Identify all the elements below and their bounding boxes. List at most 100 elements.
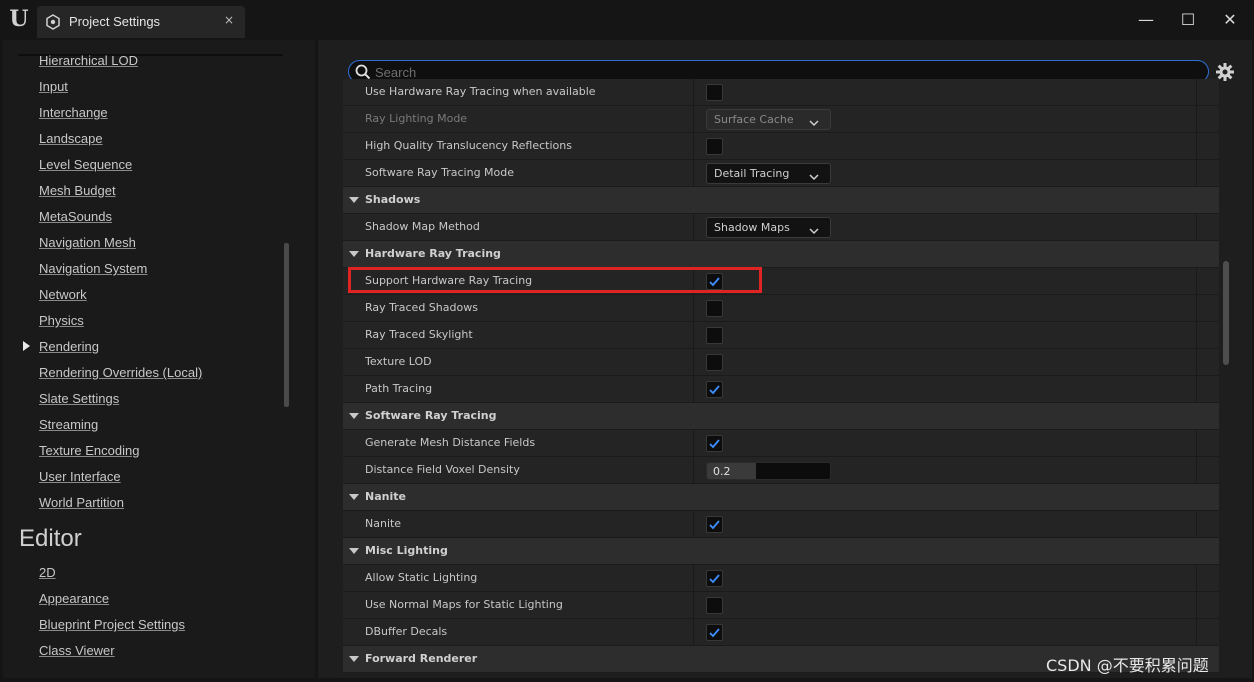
allow-static-lighting-checkbox[interactable] bbox=[706, 570, 723, 587]
setting-label: Distance Field Voxel Density bbox=[365, 463, 520, 476]
column-divider bbox=[1196, 619, 1197, 646]
setting-label: Ray Traced Shadows bbox=[365, 301, 478, 314]
ray-lighting-mode-dropdown[interactable]: Surface Cache bbox=[706, 109, 831, 130]
tab-close-icon[interactable]: × bbox=[221, 13, 237, 27]
sidebar-item-rendering-overrides-local[interactable]: Rendering Overrides (Local) bbox=[39, 365, 202, 380]
column-divider bbox=[1196, 349, 1197, 376]
ray-traced-shadows-checkbox[interactable] bbox=[706, 300, 723, 317]
category-nanite[interactable]: Nanite bbox=[343, 484, 1219, 511]
close-window-button[interactable]: ✕ bbox=[1219, 9, 1241, 31]
collapse-triangle-icon[interactable] bbox=[349, 197, 359, 203]
path-tracing-checkbox[interactable] bbox=[706, 381, 723, 398]
search-icon bbox=[355, 64, 371, 80]
unreal-logo-icon[interactable]: U bbox=[6, 6, 32, 32]
column-divider bbox=[1196, 457, 1197, 484]
sidebar-editor-item-2d[interactable]: 2D bbox=[39, 565, 56, 580]
sidebar-item-mesh-budget[interactable]: Mesh Budget bbox=[39, 183, 116, 198]
collapse-triangle-icon[interactable] bbox=[349, 413, 359, 419]
maximize-button[interactable]: ☐ bbox=[1177, 9, 1199, 31]
software-ray-tracing-mode-dropdown[interactable]: Detail Tracing bbox=[706, 163, 831, 184]
distance-field-voxel-density-slider[interactable]: 0.2 bbox=[706, 462, 831, 480]
setting-row-nanite: Nanite bbox=[343, 511, 1219, 538]
minimize-button[interactable]: — bbox=[1135, 9, 1157, 31]
sidebar-item-slate-settings[interactable]: Slate Settings bbox=[39, 391, 119, 406]
dropdown-value: Detail Tracing bbox=[714, 167, 790, 180]
setting-row-ray-lighting-mode: Ray Lighting Mode Surface Cache bbox=[343, 106, 1219, 133]
generate-mesh-distance-fields-checkbox[interactable] bbox=[706, 435, 723, 452]
category-hardware-ray-tracing[interactable]: Hardware Ray Tracing bbox=[343, 241, 1219, 268]
setting-row-path-tracing: Path Tracing bbox=[343, 376, 1219, 403]
sidebar-item-level-sequence[interactable]: Level Sequence bbox=[39, 157, 132, 172]
collapse-triangle-icon[interactable] bbox=[349, 656, 359, 662]
setting-label: Path Tracing bbox=[365, 382, 433, 395]
sidebar-item-rendering[interactable]: Rendering bbox=[39, 339, 99, 354]
setting-label: Use Hardware Ray Tracing when available bbox=[365, 85, 596, 98]
sidebar-item-input[interactable]: Input bbox=[39, 79, 68, 94]
setting-row-use-normal-maps-for-static-lighting: Use Normal Maps for Static Lighting bbox=[343, 592, 1219, 619]
sidebar-scrollbar[interactable] bbox=[284, 243, 289, 407]
column-divider bbox=[693, 511, 694, 538]
collapse-triangle-icon[interactable] bbox=[349, 548, 359, 554]
sidebar-item-landscape[interactable]: Landscape bbox=[39, 131, 103, 146]
slider-value: 0.2 bbox=[713, 465, 731, 478]
sidebar-item-texture-encoding[interactable]: Texture Encoding bbox=[39, 443, 139, 458]
column-divider bbox=[693, 349, 694, 376]
sidebar-editor-item-appearance[interactable]: Appearance bbox=[39, 591, 109, 606]
dropdown-value: Shadow Maps bbox=[714, 221, 790, 234]
column-divider bbox=[693, 160, 694, 187]
category-label: Software Ray Tracing bbox=[365, 409, 497, 422]
dbuffer-decals-checkbox[interactable] bbox=[706, 624, 723, 641]
collapse-triangle-icon[interactable] bbox=[349, 251, 359, 257]
column-divider bbox=[1196, 214, 1197, 241]
column-divider bbox=[1196, 160, 1197, 187]
use-hardware-ray-tracing-when-available-checkbox[interactable] bbox=[706, 84, 723, 101]
sidebar-item-metasounds[interactable]: MetaSounds bbox=[39, 209, 112, 224]
sidebar-item-world-partition[interactable]: World Partition bbox=[39, 495, 124, 510]
column-divider bbox=[1196, 430, 1197, 457]
setting-row-ray-traced-skylight: Ray Traced Skylight bbox=[343, 322, 1219, 349]
category-software-ray-tracing[interactable]: Software Ray Tracing bbox=[343, 403, 1219, 430]
setting-label: Ray Lighting Mode bbox=[365, 112, 468, 125]
category-shadows[interactable]: Shadows bbox=[343, 187, 1219, 214]
collapse-triangle-icon[interactable] bbox=[349, 494, 359, 500]
settings-scrollbar[interactable] bbox=[1223, 261, 1229, 365]
sidebar-item-hierarchical-lod[interactable]: Hierarchical LOD bbox=[39, 53, 138, 68]
sidebar-item-navigation-mesh[interactable]: Navigation Mesh bbox=[39, 235, 136, 250]
texture-lod-checkbox[interactable] bbox=[706, 354, 723, 371]
setting-row-use-hardware-ray-tracing-when-available: Use Hardware Ray Tracing when available bbox=[343, 79, 1219, 106]
setting-row-shadow-map-method: Shadow Map Method Shadow Maps bbox=[343, 214, 1219, 241]
column-divider bbox=[1196, 511, 1197, 538]
nanite-checkbox[interactable] bbox=[706, 516, 723, 533]
sidebar-item-network[interactable]: Network bbox=[39, 287, 87, 302]
sidebar-editor-item-blueprint-project-settings[interactable]: Blueprint Project Settings bbox=[39, 617, 185, 632]
sidebar-item-physics[interactable]: Physics bbox=[39, 313, 84, 328]
ray-traced-skylight-checkbox[interactable] bbox=[706, 327, 723, 344]
column-divider bbox=[693, 430, 694, 457]
sidebar-item-streaming[interactable]: Streaming bbox=[39, 417, 98, 432]
column-divider bbox=[693, 565, 694, 592]
sidebar-item-interchange[interactable]: Interchange bbox=[39, 105, 108, 120]
shadow-map-method-dropdown[interactable]: Shadow Maps bbox=[706, 217, 831, 238]
sidebar-item-user-interface[interactable]: User Interface bbox=[39, 469, 121, 484]
setting-label: Ray Traced Skylight bbox=[365, 328, 473, 341]
setting-row-generate-mesh-distance-fields: Generate Mesh Distance Fields bbox=[343, 430, 1219, 457]
column-divider bbox=[693, 322, 694, 349]
tab-project-settings[interactable]: Project Settings × bbox=[37, 6, 245, 38]
setting-label: Software Ray Tracing Mode bbox=[365, 166, 515, 179]
setting-label: Nanite bbox=[365, 517, 402, 530]
dropdown-value: Surface Cache bbox=[714, 113, 794, 126]
settings-panel: Use Hardware Ray Tracing when available R… bbox=[318, 40, 1252, 678]
setting-label: High Quality Translucency Reflections bbox=[365, 139, 572, 152]
expand-arrow-icon[interactable] bbox=[23, 341, 30, 351]
high-quality-translucency-reflections-checkbox[interactable] bbox=[706, 138, 723, 155]
setting-row-texture-lod: Texture LOD bbox=[343, 349, 1219, 376]
category-misc-lighting[interactable]: Misc Lighting bbox=[343, 538, 1219, 565]
sidebar-item-navigation-system[interactable]: Navigation System bbox=[39, 261, 147, 276]
setting-row-ray-traced-shadows: Ray Traced Shadows bbox=[343, 295, 1219, 322]
highlight-box bbox=[348, 267, 762, 293]
use-normal-maps-for-static-lighting-checkbox[interactable] bbox=[706, 597, 723, 614]
sidebar-editor-item-class-viewer[interactable]: Class Viewer bbox=[39, 643, 115, 658]
column-divider bbox=[1196, 565, 1197, 592]
category-label: Hardware Ray Tracing bbox=[365, 247, 501, 260]
column-divider bbox=[1196, 295, 1197, 322]
